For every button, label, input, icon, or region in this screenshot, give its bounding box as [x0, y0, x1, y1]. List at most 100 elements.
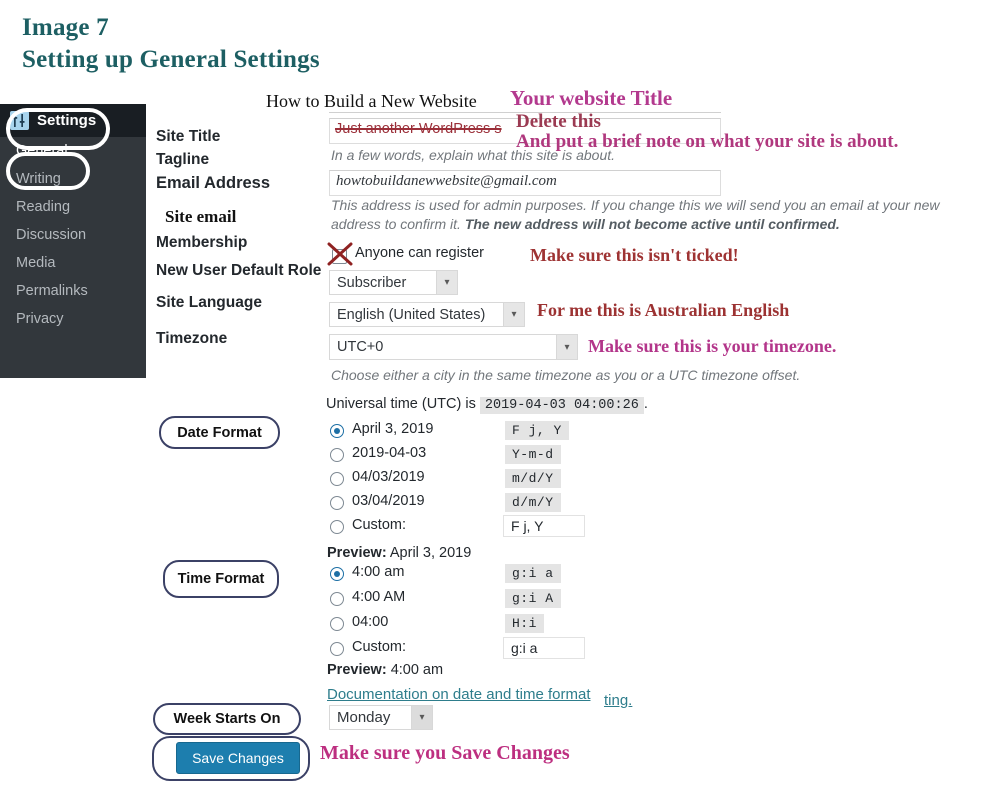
time-format-code-0: g:i a: [505, 564, 561, 583]
annotation-site-email: Site email: [165, 207, 237, 226]
date-format-preview: Preview: April 3, 2019: [327, 545, 471, 561]
label-new-user-default-role: New User Default Role: [156, 262, 322, 279]
email-address-input[interactable]: howtobuildanewwebsite@gmail.com: [329, 170, 721, 196]
label-email-address: Email Address: [156, 174, 271, 192]
documentation-link[interactable]: Documentation on date and time format: [327, 686, 590, 703]
sidebar-item-reading[interactable]: Reading: [0, 193, 146, 221]
sidebar-item-general-label: General: [16, 143, 68, 159]
time-format-option-0: 4:00 am: [352, 564, 405, 580]
universal-time-value: 2019-04-03 04:00:26: [479, 397, 644, 414]
save-changes-label: Save Changes: [192, 750, 284, 766]
week-starts-on-value: Monday: [337, 709, 391, 726]
new-user-default-role-value: Subscriber: [337, 274, 407, 291]
annotation-site-title: Your website Title: [510, 86, 673, 110]
time-format-option-2: 04:00: [352, 614, 389, 630]
chevron-down-icon: ▾: [556, 335, 577, 359]
sidebar-item-permalinks[interactable]: Permalinks: [0, 277, 146, 305]
time-format-preview-label: Preview:: [327, 662, 387, 678]
annotation-language: For me this is Australian English: [537, 300, 790, 320]
label-site-language: Site Language: [156, 294, 262, 311]
universal-time-prefix: Universal time (UTC) is: [326, 396, 476, 412]
annotation-not-ticked: Make sure this isn't ticked!: [530, 245, 739, 265]
time-format-radio-custom[interactable]: [330, 642, 344, 656]
time-format-preview-value: 4:00 am: [390, 662, 444, 678]
sidebar-item-settings[interactable]: Settings: [0, 104, 146, 137]
date-format-option-custom: Custom:: [352, 517, 406, 533]
site-language-value: English (United States): [337, 306, 486, 323]
email-help-line1: This address is used for admin purposes.…: [331, 197, 940, 213]
chevron-down-icon: ▾: [436, 271, 457, 294]
timezone-help-text: Choose either a city in the same timezon…: [331, 367, 801, 383]
sidebar-item-discussion-label: Discussion: [16, 227, 87, 243]
email-help-text: This address is used for admin purposes.…: [331, 196, 991, 234]
callout-time-format-label: Time Format: [177, 571, 265, 587]
time-format-preview: Preview: 4:00 am: [327, 662, 443, 678]
callout-date-format-label: Date Format: [177, 424, 262, 441]
date-format-code-3: d/m/Y: [505, 493, 561, 512]
sidebar-item-settings-label: Settings: [37, 112, 97, 129]
date-format-radio-custom[interactable]: [330, 520, 344, 534]
time-format-custom-input[interactable]: g:i a: [503, 637, 585, 659]
date-format-radio-0[interactable]: [330, 424, 344, 438]
time-format-option-1: 4:00 AM: [352, 589, 406, 605]
date-format-custom-input[interactable]: F j, Y: [503, 515, 585, 537]
label-timezone: Timezone: [156, 330, 228, 347]
wp-admin-sidebar: Settings General Writing Reading Discuss…: [0, 104, 146, 378]
page-title-line1: Image 7: [22, 14, 109, 41]
date-format-preview-value: April 3, 2019: [389, 545, 472, 561]
sidebar-item-privacy-label: Privacy: [16, 311, 64, 327]
save-changes-button[interactable]: Save Changes: [176, 742, 300, 774]
site-language-select[interactable]: English (United States) ▾: [329, 302, 525, 327]
callout-week-starts-on: Week Starts On: [153, 703, 301, 735]
date-format-option-0: April 3, 2019: [352, 421, 434, 437]
timezone-select[interactable]: UTC+0 ▾: [329, 334, 578, 360]
time-format-code-2: H:i: [505, 614, 544, 633]
sidebar-item-writing[interactable]: Writing: [0, 165, 146, 193]
email-help-line2b: The new address will not become active u…: [464, 215, 840, 232]
anyone-can-register-label: Anyone can register: [355, 245, 484, 261]
documentation-link-tail[interactable]: ting.: [604, 692, 632, 709]
sidebar-item-privacy[interactable]: Privacy: [0, 305, 146, 333]
date-format-radio-1[interactable]: [330, 448, 344, 462]
time-format-radio-2[interactable]: [330, 617, 344, 631]
annotation-save: Make sure you Save Changes: [320, 742, 570, 764]
date-format-option-1: 2019-04-03: [352, 445, 427, 461]
chevron-down-icon: ▾: [503, 303, 524, 326]
time-format-option-custom: Custom:: [352, 639, 406, 655]
new-user-default-role-select[interactable]: Subscriber ▾: [329, 270, 458, 295]
page-title-line2: Setting up General Settings: [22, 46, 320, 73]
annotation-timezone: Make sure this is your timezone.: [588, 336, 837, 356]
date-format-code-0: F j, Y: [505, 421, 569, 440]
time-format-radio-0[interactable]: [330, 567, 344, 581]
date-format-code-1: Y-m-d: [505, 445, 561, 464]
tagline-value: Just another WordPress s: [335, 121, 502, 137]
annotation-delete-this: Delete this: [516, 111, 601, 132]
time-format-code-1: g:i A: [505, 589, 561, 608]
sidebar-item-writing-label: Writing: [16, 171, 61, 187]
date-format-code-2: m/d/Y: [505, 469, 561, 488]
label-tagline: Tagline: [156, 151, 210, 168]
site-title-value: How to Build a New Website: [266, 91, 477, 111]
sidebar-item-discussion[interactable]: Discussion: [0, 221, 146, 249]
red-cross-mark-icon: [327, 242, 353, 266]
date-format-option-2: 04/03/2019: [352, 469, 425, 485]
sidebar-item-reading-label: Reading: [16, 199, 71, 215]
sidebar-item-general[interactable]: General: [0, 137, 146, 165]
email-help-line2a: address to confirm it.: [331, 215, 465, 232]
date-format-radio-2[interactable]: [330, 472, 344, 486]
page-title: Image 7 Setting up General Settings: [22, 12, 542, 76]
sidebar-item-media[interactable]: Media: [0, 249, 146, 277]
label-site-title: Site Title: [156, 128, 221, 145]
chevron-down-icon: ▾: [411, 706, 432, 729]
date-format-option-3: 03/04/2019: [352, 493, 425, 509]
universal-time-line: Universal time (UTC) is 2019-04-03 04:00…: [326, 396, 648, 414]
annotation-brief-note: And put a brief note on what your site i…: [516, 131, 899, 152]
sidebar-item-permalinks-label: Permalinks: [16, 283, 88, 299]
callout-week-starts-on-label: Week Starts On: [173, 711, 281, 727]
callout-date-format: Date Format: [159, 416, 280, 449]
sliders-icon: [10, 111, 29, 130]
date-format-radio-3[interactable]: [330, 496, 344, 510]
sidebar-item-media-label: Media: [16, 255, 56, 271]
time-format-radio-1[interactable]: [330, 592, 344, 606]
week-starts-on-select[interactable]: Monday ▾: [329, 705, 433, 730]
